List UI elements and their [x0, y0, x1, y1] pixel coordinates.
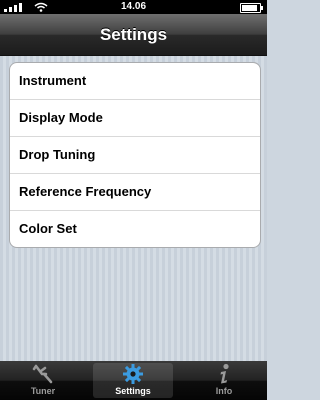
tab-info[interactable]: Info	[184, 363, 264, 398]
settings-content: Instrument Display Mode Drop Tuning Refe…	[0, 56, 267, 361]
tab-settings-label: Settings	[115, 386, 151, 396]
battery-icon	[240, 3, 263, 13]
status-bar: 14.06	[0, 0, 267, 14]
settings-item-instrument[interactable]: Instrument	[10, 63, 260, 100]
info-icon	[184, 363, 264, 386]
tab-bar: Tuner Settings Info	[0, 361, 267, 400]
settings-item-color-set[interactable]: Color Set	[10, 211, 260, 247]
navigation-bar: Settings	[0, 14, 267, 56]
settings-list: Instrument Display Mode Drop Tuning Refe…	[9, 62, 261, 248]
gear-icon	[93, 363, 173, 386]
tuning-fork-icon	[3, 363, 83, 386]
tab-tuner-label: Tuner	[30, 386, 56, 396]
tab-info-label: Info	[215, 386, 233, 396]
settings-item-reference-frequency[interactable]: Reference Frequency	[10, 174, 260, 211]
page-title: Settings	[99, 25, 168, 44]
tab-tuner[interactable]: Tuner	[3, 363, 83, 398]
status-time: 14.06	[120, 1, 147, 12]
settings-item-display-mode[interactable]: Display Mode	[10, 100, 260, 137]
tab-settings[interactable]: Settings	[93, 363, 173, 398]
settings-item-drop-tuning[interactable]: Drop Tuning	[10, 137, 260, 174]
